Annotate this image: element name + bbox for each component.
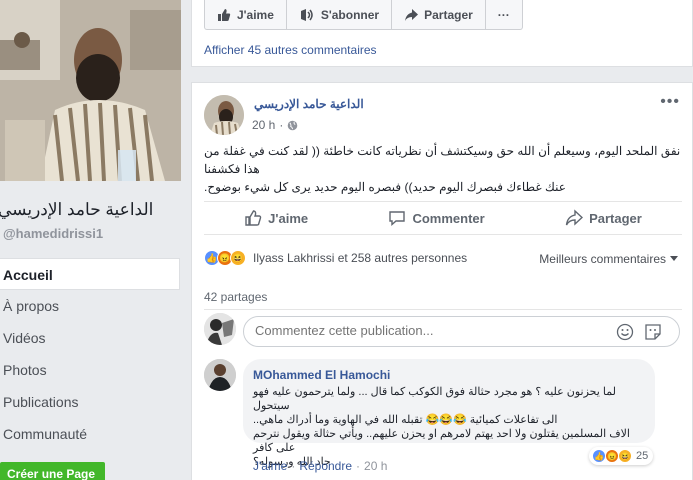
shares-count[interactable]: 42 partages [204,290,267,304]
page-action-buttons: J'aime S'abonner Partager ··· [204,0,523,30]
rss-subscribe-icon [300,8,313,21]
show-more-comments-link[interactable]: Afficher 45 autres commentaires [204,43,377,57]
caret-down-icon [670,256,678,261]
post-card: الداعية حامد الإدريسي 20 h · ••• نفق الم… [191,82,693,480]
reactions-summary[interactable]: 👍 😠 😆 Ilyass Lakhrissi et 258 autres per… [204,250,467,266]
comment-input[interactable] [255,323,595,338]
post-text-line: نفق الملحد اليوم، وسيعلم أن الله حق وسيك… [204,144,681,176]
comment-time[interactable]: 20 h [364,459,387,473]
comment-text-line: الى تفاعلات كميائية 😂😂😂 تقبله الله في ال… [253,414,558,426]
nav-item-accueil[interactable]: Accueil [0,258,180,290]
angry-reaction-icon: 😠 [605,449,619,463]
comment-reaction-count: 25 [636,450,649,462]
comment-text-line: الاف المسلمين يقتلون ولا احد يهتم لامرهم… [253,428,630,454]
share-arrow-icon [405,8,419,21]
comment-composer[interactable] [243,316,680,347]
like-reaction-icon: 👍 [592,449,606,463]
comment-bubble-icon [389,211,406,227]
profile-photo-image [0,0,181,181]
viewer-avatar-image [204,313,236,345]
post-time[interactable]: 20 h [252,118,275,132]
author-avatar-image [204,95,244,135]
share-arrow-icon [565,209,584,226]
post-like-button[interactable]: J'aime [244,209,308,227]
page-nav: Accueil À propos Vidéos Photos Publicati… [0,258,180,450]
emoji-icon[interactable] [616,323,634,341]
profile-cover-photo[interactable] [0,0,181,181]
comment-like-link[interactable]: J'aime [253,459,287,473]
page-like-button[interactable]: J'aime [205,0,287,29]
thumbs-up-outline-icon [245,210,262,226]
post-meta: 20 h · [252,118,298,132]
comment-button[interactable]: Commenter [388,209,485,227]
comment-author-name[interactable]: MOhammed El Hamochi [253,368,390,382]
commenter-avatar-image [204,359,236,391]
nav-item-a-propos[interactable]: À propos [0,290,180,322]
page-name: الداعية حامد الإدريسي [0,200,154,219]
haha-reaction-icon: 😆 [230,250,246,266]
post-text-line: عنك غطاءك فبصرك اليوم حديد)) فبصره اليوم… [204,180,566,194]
post-share-button[interactable]: Partager [565,209,642,227]
comment-footer: J'aime · Répondre · 20 h [253,459,388,473]
post-action-bar: J'aime Commenter Partager [204,201,682,235]
nav-item-videos[interactable]: Vidéos [0,322,180,354]
globe-icon [288,120,298,130]
sticker-icon[interactable] [644,323,662,341]
nav-item-photos[interactable]: Photos [0,354,180,386]
commenter-avatar[interactable] [204,359,236,391]
viewer-avatar [204,313,236,345]
create-page-button[interactable]: Créer une Page [0,462,105,480]
reactions-text: Ilyass Lakhrissi et 258 autres personnes [253,251,468,265]
comment-reactions[interactable]: 👍 😠 😆 25 [589,447,654,465]
nav-item-publications[interactable]: Publications [0,386,180,418]
post-options-icon[interactable]: ••• [660,93,680,111]
haha-reaction-icon: 😆 [618,449,632,463]
page-share-button[interactable]: Partager [392,0,486,29]
thumbs-up-icon [218,8,231,21]
comment-text: لما يحزنون عليه ؟ هو مجرد حثالة فوق الكو… [253,385,643,469]
reaction-icons: 👍 😠 😆 [204,250,246,266]
page-actions-card: J'aime S'abonner Partager ··· Afficher 4… [191,0,693,67]
nav-item-communaute[interactable]: Communauté [0,418,180,450]
more-dots-icon: ··· [497,7,510,22]
divider [204,309,682,310]
author-avatar[interactable] [204,95,244,135]
subscribe-button[interactable]: S'abonner [287,0,393,29]
comment-bubble: MOhammed El Hamochi لما يحزنون عليه ؟ هو… [243,359,655,468]
comment-text-line: لما يحزنون عليه ؟ هو مجرد حثالة فوق الكو… [253,386,616,412]
post-text: نفق الملحد اليوم، وسيعلم أن الله حق وسيك… [204,142,682,196]
post-author-name[interactable]: الداعية حامد الإدريسي [254,97,364,111]
left-column: الداعية حامد الإدريسي @hamedidrissi1 Acc… [0,0,190,480]
comment-reply-link[interactable]: Répondre [299,459,352,473]
comment-sort-dropdown[interactable]: Meilleurs commentaires [539,252,678,266]
more-options-button[interactable]: ··· [486,0,522,29]
page-handle: @hamedidrissi1 [3,226,104,241]
